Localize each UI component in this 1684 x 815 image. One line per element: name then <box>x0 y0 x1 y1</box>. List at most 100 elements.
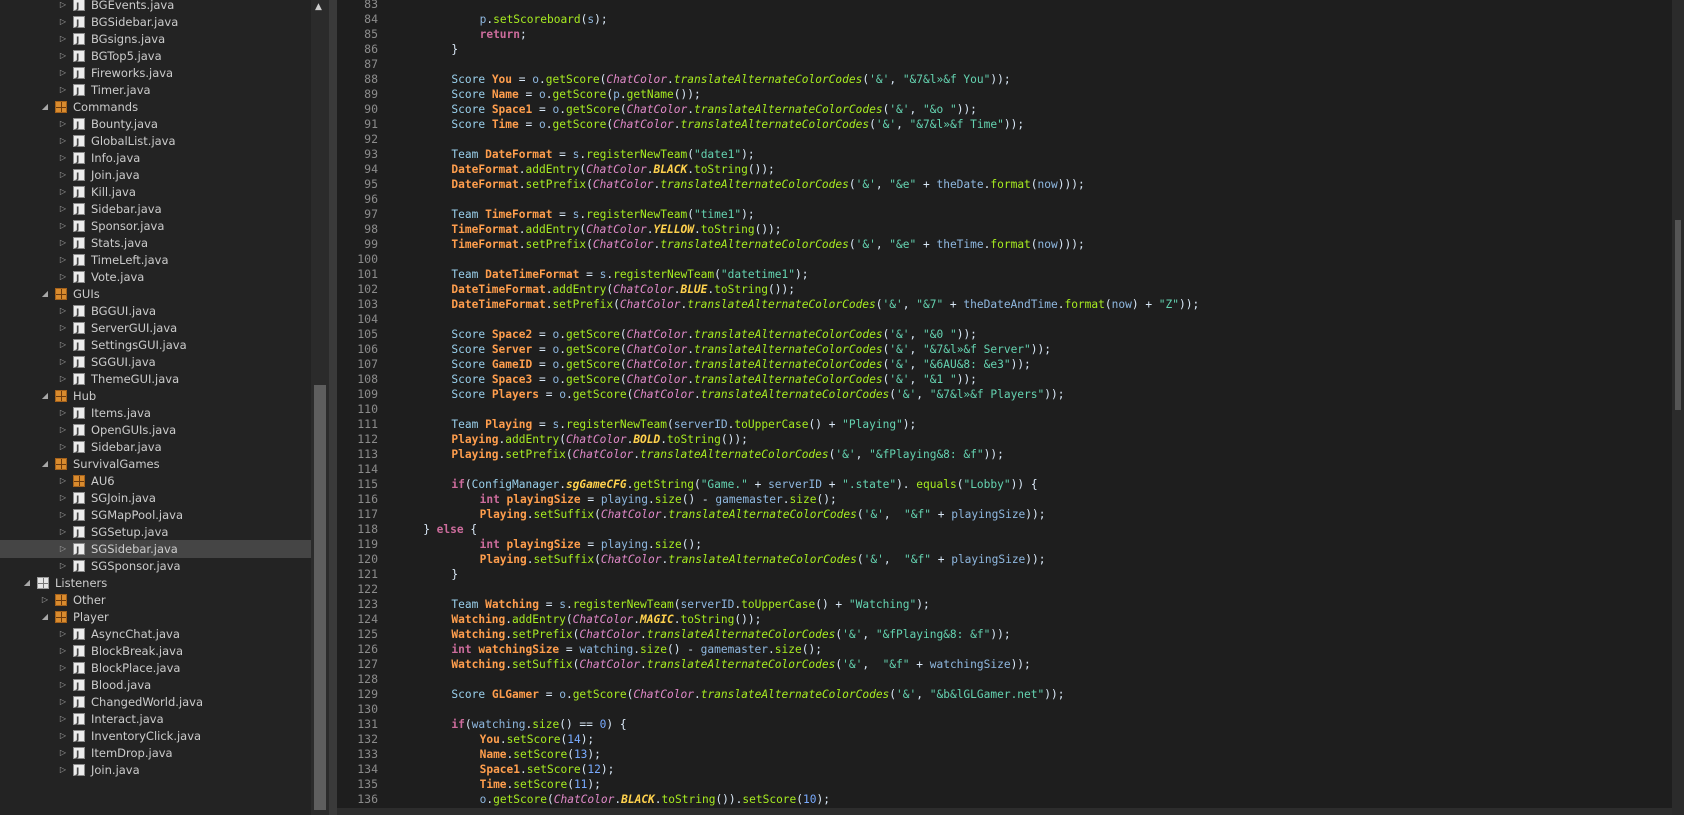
collapsed-arrow-icon[interactable]: ▷ <box>58 149 68 167</box>
tree-item[interactable]: ▷ BlockPlace.java <box>0 659 311 679</box>
explorer-scrollbar[interactable]: ▲ <box>311 0 329 815</box>
code-line[interactable]: Team DateFormat = s.registerNewTeam("dat… <box>451 147 754 162</box>
code-line[interactable]: Watching.setSuffix(ChatColor.translateAl… <box>451 657 1030 672</box>
code-line[interactable]: Score GameID = o.getScore(ChatColor.tran… <box>451 357 1030 372</box>
tree-item[interactable]: ◢ Hub <box>0 387 311 405</box>
tree-item[interactable]: ▷ Join.java <box>0 761 311 781</box>
code-line[interactable]: Score GLGamer = o.getScore(ChatColor.tra… <box>451 687 1064 702</box>
collapsed-arrow-icon[interactable]: ▷ <box>58 659 68 677</box>
editor-scrollbar-thumb[interactable] <box>1675 220 1681 410</box>
code-line[interactable]: int playingSize = playing.size(); <box>480 537 702 552</box>
code-line[interactable]: TimeFormat.addEntry(ChatColor.YELLOW.toS… <box>451 222 781 237</box>
code-line[interactable]: Score Players = o.getScore(ChatColor.tra… <box>451 387 1064 402</box>
code-line[interactable]: return; <box>480 27 527 42</box>
tree-item[interactable]: ▷ Join.java <box>0 166 311 186</box>
collapsed-arrow-icon[interactable]: ▷ <box>58 81 68 99</box>
tree-item[interactable]: ▷ Kill.java <box>0 183 311 203</box>
collapsed-arrow-icon[interactable]: ▷ <box>58 217 68 235</box>
tree-item[interactable]: ▷ BGGUI.java <box>0 302 311 322</box>
collapsed-arrow-icon[interactable]: ▷ <box>58 472 68 490</box>
collapsed-arrow-icon[interactable]: ▷ <box>58 761 68 779</box>
code-line[interactable]: if(watching.size() == 0) { <box>451 717 626 732</box>
scroll-up-arrow-icon[interactable]: ▲ <box>315 2 322 12</box>
code-line[interactable]: Team Playing = s.registerNewTeam(serverI… <box>451 417 916 432</box>
collapsed-arrow-icon[interactable]: ▷ <box>58 132 68 150</box>
code-line[interactable]: Score Server = o.getScore(ChatColor.tran… <box>451 342 1051 357</box>
code-line[interactable]: } else { <box>423 522 477 537</box>
collapsed-arrow-icon[interactable]: ▷ <box>58 370 68 388</box>
collapsed-arrow-icon[interactable]: ▷ <box>58 523 68 541</box>
collapsed-arrow-icon[interactable]: ▷ <box>58 13 68 31</box>
collapsed-arrow-icon[interactable]: ▷ <box>58 421 68 439</box>
code-line[interactable]: Score Space2 = o.getScore(ChatColor.tran… <box>451 327 977 342</box>
code-line[interactable]: Score You = o.getScore(ChatColor.transla… <box>451 72 1010 87</box>
tree-item[interactable]: ▷ BGsigns.java <box>0 30 311 50</box>
code-line[interactable]: Watching.addEntry(ChatColor.MAGIC.toStri… <box>451 612 761 627</box>
code-line[interactable]: Playing.setPrefix(ChatColor.translateAlt… <box>451 447 1003 462</box>
collapsed-arrow-icon[interactable]: ▷ <box>58 336 68 354</box>
tree-item[interactable]: ▷ ChangedWorld.java <box>0 693 311 713</box>
tree-item[interactable]: ▷ AU6 <box>0 472 311 490</box>
collapsed-arrow-icon[interactable]: ▷ <box>58 64 68 82</box>
collapsed-arrow-icon[interactable]: ▷ <box>58 251 68 269</box>
editor-scrollbar[interactable] <box>1672 0 1684 815</box>
code-line[interactable]: Score Space3 = o.getScore(ChatColor.tran… <box>451 372 977 387</box>
code-line[interactable]: Score Name = o.getScore(p.getName()); <box>451 87 700 102</box>
code-editor[interactable]: 83 84 85 86 87 88 89 90 91 92 93 94 95 96 97 98 99 100 101… <box>337 0 1672 808</box>
collapsed-arrow-icon[interactable]: ▷ <box>58 319 68 337</box>
code-line[interactable]: int watchingSize = watching.size() - gam… <box>451 642 822 657</box>
tree-item[interactable]: ▷ SettingsGUI.java <box>0 336 311 356</box>
collapsed-arrow-icon[interactable]: ▷ <box>58 625 68 643</box>
collapsed-arrow-icon[interactable]: ▷ <box>58 489 68 507</box>
expanded-arrow-icon[interactable]: ◢ <box>40 455 50 473</box>
code-line[interactable]: int playingSize = playing.size() - gamem… <box>480 492 837 507</box>
collapsed-arrow-icon[interactable]: ▷ <box>58 557 68 575</box>
tree-item[interactable]: ▷ TimeLeft.java <box>0 251 311 271</box>
code-line[interactable]: Playing.addEntry(ChatColor.BOLD.toString… <box>451 432 747 447</box>
code-line[interactable]: Watching.setPrefix(ChatColor.translateAl… <box>451 627 1010 642</box>
collapsed-arrow-icon[interactable]: ▷ <box>58 200 68 218</box>
tree-item[interactable]: ▷ AsyncChat.java <box>0 625 311 645</box>
code-line[interactable]: Name.setScore(13); <box>480 747 601 762</box>
collapsed-arrow-icon[interactable]: ▷ <box>40 591 50 609</box>
collapsed-arrow-icon[interactable]: ▷ <box>58 30 68 48</box>
code-line[interactable]: Score Space1 = o.getScore(ChatColor.tran… <box>451 102 977 117</box>
code-line[interactable]: Team Watching = s.registerNewTeam(server… <box>451 597 929 612</box>
tree-item[interactable]: ▷ Blood.java <box>0 676 311 696</box>
expanded-arrow-icon[interactable]: ◢ <box>40 285 50 303</box>
code-line[interactable]: Playing.setSuffix(ChatColor.translateAlt… <box>480 507 1046 522</box>
tree-item[interactable]: ▷ Fireworks.java <box>0 64 311 84</box>
tree-item[interactable]: ▷ SGGUI.java <box>0 353 311 373</box>
tree-item[interactable]: ▷ Vote.java <box>0 268 311 288</box>
collapsed-arrow-icon[interactable]: ▷ <box>58 540 68 558</box>
collapsed-arrow-icon[interactable]: ▷ <box>58 353 68 371</box>
tree-item[interactable]: ▷ ItemDrop.java <box>0 744 311 764</box>
tree-item[interactable]: ▷ Sidebar.java <box>0 438 311 458</box>
code-line[interactable]: Team TimeFormat = s.registerNewTeam("tim… <box>451 207 754 222</box>
tree-item[interactable]: ◢ Listeners <box>0 574 311 592</box>
tree-item[interactable]: ▷ BGSidebar.java <box>0 13 311 33</box>
tree-item[interactable]: ▷ ServerGUI.java <box>0 319 311 339</box>
tree-item[interactable]: ▷ Items.java <box>0 404 311 424</box>
code-line[interactable]: TimeFormat.setPrefix(ChatColor.translate… <box>451 237 1084 252</box>
collapsed-arrow-icon[interactable]: ▷ <box>58 115 68 133</box>
collapsed-arrow-icon[interactable]: ▷ <box>58 693 68 711</box>
tree-item[interactable]: ▷ Stats.java <box>0 234 311 254</box>
tree-item[interactable]: ▷ SGSetup.java <box>0 523 311 543</box>
expanded-arrow-icon[interactable]: ◢ <box>40 387 50 405</box>
tree-item[interactable]: ◢ Player <box>0 608 311 626</box>
code-line[interactable]: o.getScore(ChatColor.BLACK.toString()).s… <box>480 792 830 807</box>
tree-item[interactable]: ▷ Interact.java <box>0 710 311 730</box>
tree-item[interactable]: ◢ Commands <box>0 98 311 116</box>
tree-item[interactable]: ▷ SGSidebar.java <box>0 540 311 560</box>
code-line[interactable]: DateTimeFormat.setPrefix(ChatColor.trans… <box>451 297 1199 312</box>
collapsed-arrow-icon[interactable]: ▷ <box>58 727 68 745</box>
code-line[interactable]: Playing.setSuffix(ChatColor.translateAlt… <box>480 552 1046 567</box>
tree-item[interactable]: ▷ ThemeGUI.java <box>0 370 311 390</box>
tree-item[interactable]: ▷ GlobalList.java <box>0 132 311 152</box>
tree-item[interactable]: ▷ SGJoin.java <box>0 489 311 509</box>
collapsed-arrow-icon[interactable]: ▷ <box>58 404 68 422</box>
code-line[interactable]: DateFormat.addEntry(ChatColor.BLACK.toSt… <box>451 162 774 177</box>
explorer-scrollbar-thumb[interactable] <box>314 385 326 810</box>
tree-item[interactable]: ▷ BlockBreak.java <box>0 642 311 662</box>
